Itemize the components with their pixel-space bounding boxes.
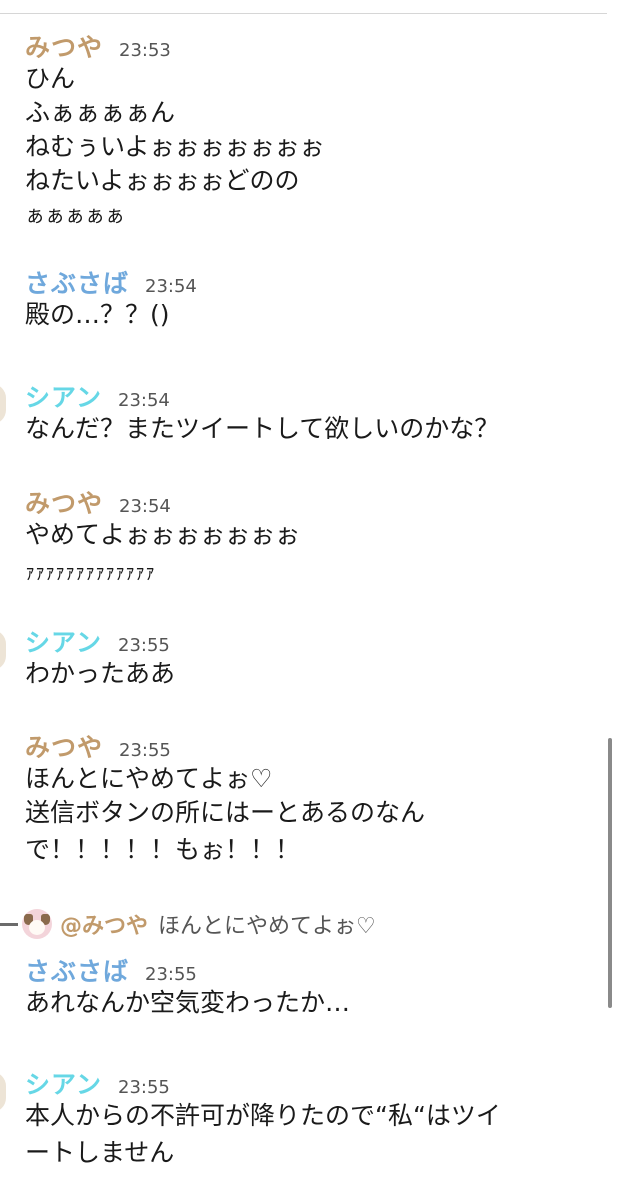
username-mitsuya[interactable]: みつや: [25, 728, 103, 764]
scrollbar-thumb[interactable]: [608, 738, 612, 1008]
chat-message: さぶさば 23:55 あれなんか空気変わったか…: [25, 952, 600, 1020]
avatar-edge[interactable]: [0, 384, 6, 424]
reply-connector: [0, 922, 18, 926]
message-line: 殿の…？？(): [25, 300, 170, 329]
message-line: で！！！！！もぉ！！！: [25, 835, 301, 864]
dog-avatar-icon[interactable]: [22, 909, 52, 939]
message-line: ｧｧｧｧｧｧｧｧｧｧｧｧｧ: [25, 560, 155, 584]
message-line: あれなんか空気変わったか…: [25, 988, 351, 1017]
message-line: ねむぅいよぉぉぉぉぉぉぉ: [25, 132, 325, 161]
message-line: なんだ？またツイートして欲しいのかな？: [25, 414, 500, 443]
reply-reference[interactable]: @みつや ほんとにやめてよぉ♡: [0, 906, 376, 942]
username-shian[interactable]: シアン: [25, 623, 102, 659]
chat-message: シアン 23:54 なんだ？またツイートして欲しいのかな？: [25, 378, 600, 446]
message-line: ねたいよぉぉぉぉどのの: [25, 166, 300, 195]
message-timestamp: 23:54: [118, 390, 170, 411]
message-line: ふぁぁぁぁん: [25, 98, 176, 127]
username-shian[interactable]: シアン: [25, 1065, 102, 1101]
avatar-edge[interactable]: [0, 630, 6, 670]
reply-quote-text: ほんとにやめてよぉ♡: [158, 914, 376, 939]
message-timestamp: 23:55: [145, 964, 197, 985]
message-line: ぁぁぁぁぁ: [25, 203, 125, 227]
chat-message: シアン 23:55 わかったああ: [25, 623, 600, 691]
username-sabusaba[interactable]: さぶさば: [25, 264, 129, 300]
message-timestamp: 23:53: [119, 40, 171, 61]
message-line: ートしません: [25, 1138, 175, 1167]
chat-message: さぶさば 23:54 殿の…？？(): [25, 264, 600, 332]
message-timestamp: 23:55: [119, 740, 171, 761]
username-sabusaba[interactable]: さぶさば: [25, 952, 129, 988]
username-shian[interactable]: シアン: [25, 378, 102, 414]
message-line: ひん: [25, 64, 76, 93]
message-timestamp: 23:55: [118, 635, 170, 656]
reply-mention[interactable]: @みつや: [60, 908, 148, 940]
message-line: やめてよぉぉぉぉぉぉぉ: [25, 520, 301, 549]
username-mitsuya[interactable]: みつや: [25, 484, 103, 520]
avatar-edge[interactable]: [0, 1072, 6, 1112]
message-line: 本人からの不許可が降りたので“私“はツイ: [25, 1101, 501, 1130]
message-timestamp: 23:55: [118, 1077, 170, 1098]
message-line: わかったああ: [25, 659, 176, 688]
chat-message: シアン 23:55 本人からの不許可が降りたので“私“はツイ ートしません: [25, 1065, 600, 1173]
username-mitsuya[interactable]: みつや: [25, 28, 103, 64]
chat-log[interactable]: みつや 23:53 ひん ふぁぁぁぁん ねむぅいよぉぉぉぉぉぉぉ ねたいよぉぉぉ…: [0, 0, 619, 1200]
message-timestamp: 23:54: [145, 276, 197, 297]
chat-message: みつや 23:54 やめてよぉぉぉぉぉぉぉ ｧｧｧｧｧｧｧｧｧｧｧｧｧ: [25, 484, 600, 592]
chat-message: みつや 23:53 ひん ふぁぁぁぁん ねむぅいよぉぉぉぉぉぉぉ ねたいよぉぉぉ…: [25, 28, 600, 232]
message-timestamp: 23:54: [119, 496, 171, 517]
message-line: 送信ボタンの所にはーとあるのなん: [25, 798, 426, 827]
chat-message: みつや 23:55 ほんとにやめてよぉ♡ 送信ボタンの所にはーとあるのなん で！…: [25, 728, 600, 870]
message-line: ほんとにやめてよぉ♡: [25, 764, 273, 793]
